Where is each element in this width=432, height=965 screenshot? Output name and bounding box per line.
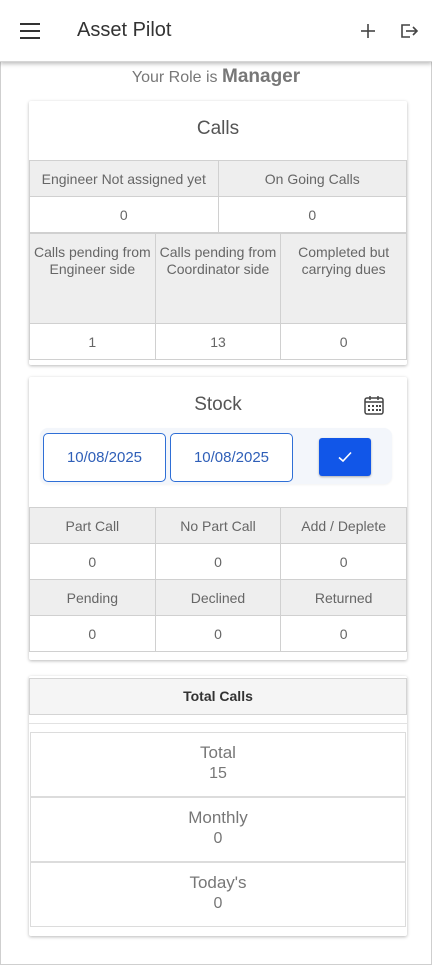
no-part-call-label: No Part Call: [154, 507, 282, 544]
total-value: 15: [209, 765, 227, 782]
not-assigned-label: Engineer Not assigned yet: [29, 160, 219, 197]
total-box[interactable]: Total 15: [30, 732, 406, 797]
stock-card: Stock Part Call No Part Call Add / Deple…: [29, 377, 407, 660]
today-box[interactable]: Today's 0: [30, 862, 406, 927]
monthly-value: 0: [213, 830, 223, 847]
declined-label: Declined: [154, 579, 282, 616]
declined-value[interactable]: 0: [154, 615, 282, 652]
no-part-call-value[interactable]: 0: [154, 543, 282, 580]
date-range-panel: [40, 428, 392, 484]
returned-value[interactable]: 0: [280, 615, 407, 652]
hamburger-menu-icon[interactable]: [20, 23, 40, 39]
completed-dues-label: Completed but carrying dues: [280, 233, 407, 324]
ongoing-label: On Going Calls: [217, 160, 407, 197]
today-value: 0: [213, 895, 223, 912]
pending-label: Pending: [29, 579, 156, 616]
pending-engineer-value[interactable]: 1: [29, 323, 156, 360]
monthly-label: Monthly: [188, 808, 248, 827]
total-label: Total: [200, 743, 236, 762]
add-deplete-value[interactable]: 0: [280, 543, 407, 580]
monthly-box[interactable]: Monthly 0: [30, 797, 406, 862]
apply-date-button[interactable]: [319, 438, 371, 476]
calls-table-bottom: Calls pending from Engineer side Calls p…: [29, 233, 407, 360]
app-title: Asset Pilot: [77, 19, 172, 41]
not-assigned-value[interactable]: 0: [29, 196, 219, 233]
pending-engineer-label: Calls pending from Engineer side: [29, 233, 156, 324]
calendar-icon[interactable]: [363, 394, 385, 416]
total-calls-title: Total Calls: [29, 678, 407, 715]
calls-card: Calls Engineer Not assigned yet On Going…: [29, 101, 407, 365]
checkmark-icon: [338, 451, 352, 463]
part-call-value[interactable]: 0: [29, 543, 156, 580]
add-deplete-label: Add / Deplete: [280, 507, 407, 544]
today-label: Today's: [189, 873, 247, 892]
app-bar: Asset Pilot: [0, 0, 432, 62]
from-date-input[interactable]: [43, 433, 166, 482]
ongoing-value[interactable]: 0: [217, 196, 407, 233]
pending-coordinator-label: Calls pending from Coordinator side: [154, 233, 282, 324]
role-name: Manager: [222, 66, 301, 87]
plus-icon[interactable]: [359, 22, 377, 40]
role-prefix: Your Role is: [131, 69, 218, 86]
total-calls-card: Total Calls Total 15 Monthly 0 Today's 0: [29, 676, 407, 936]
calls-title: Calls: [196, 118, 240, 139]
completed-dues-value[interactable]: 0: [280, 323, 407, 360]
calls-table-top: Engineer Not assigned yet On Going Calls…: [29, 160, 407, 233]
role-line: Your Role is Manager: [0, 66, 432, 88]
to-date-input[interactable]: [170, 433, 293, 482]
stock-table: Part Call No Part Call Add / Deplete 0 0…: [29, 507, 407, 652]
returned-label: Returned: [280, 579, 407, 616]
part-call-label: Part Call: [29, 507, 156, 544]
pending-coordinator-value[interactable]: 13: [154, 323, 282, 360]
stock-title: Stock: [194, 394, 242, 415]
pending-value[interactable]: 0: [29, 615, 156, 652]
logout-icon[interactable]: [399, 22, 419, 40]
